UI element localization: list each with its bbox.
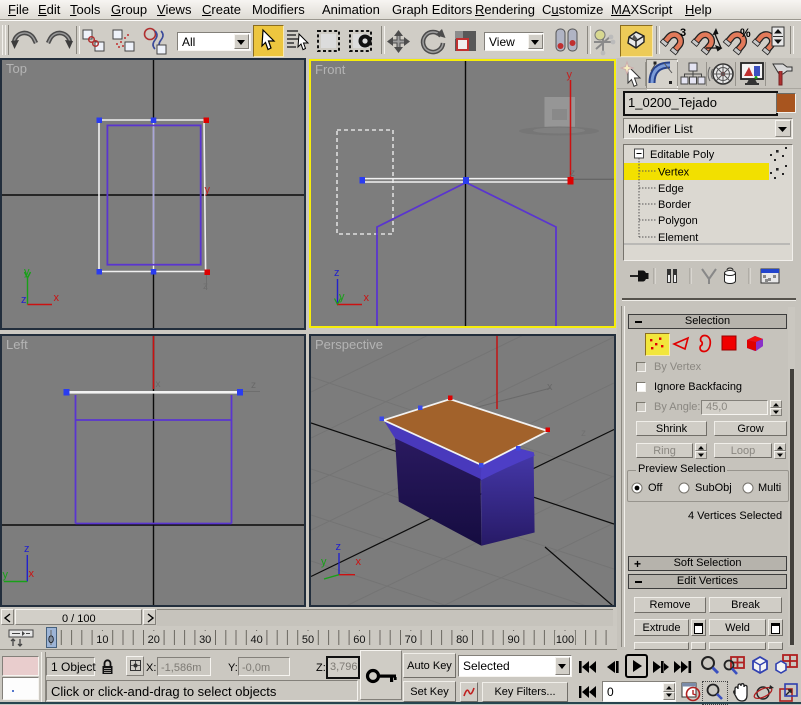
svg-text:x: x (29, 568, 35, 580)
svg-text:x: x (356, 556, 362, 568)
svg-text:y: y (567, 69, 573, 81)
svg-text:Editable Poly: Editable Poly (650, 149, 715, 161)
svg-text:50: 50 (302, 634, 314, 646)
svg-text:z: z (21, 294, 27, 306)
svg-text:z: z (336, 541, 342, 553)
svg-text:%: % (740, 26, 751, 40)
svg-text:z: z (581, 428, 586, 439)
svg-text:40: 40 (250, 634, 262, 646)
svg-text:y: y (3, 569, 9, 581)
svg-text:60: 60 (353, 634, 365, 646)
svg-text:Element: Element (658, 232, 698, 244)
svg-text:z: z (24, 543, 30, 555)
svg-text:Border: Border (658, 199, 691, 211)
svg-text:90: 90 (507, 634, 519, 646)
svg-text:70: 70 (405, 634, 417, 646)
svg-text:Edge: Edge (658, 183, 684, 195)
svg-text:20: 20 (148, 634, 160, 646)
svg-text:80: 80 (456, 634, 468, 646)
svg-text:x: x (156, 379, 161, 390)
svg-text:z: z (251, 380, 256, 391)
svg-text:3: 3 (680, 27, 686, 39)
svg-text:y: y (205, 184, 211, 196)
svg-text:x: x (547, 381, 553, 393)
svg-text:100: 100 (556, 634, 574, 646)
svg-text:x: x (54, 292, 60, 304)
svg-text:y: y (339, 291, 345, 303)
svg-text:Polygon: Polygon (658, 215, 698, 227)
svg-text:x: x (364, 292, 370, 304)
svg-text:10: 10 (96, 634, 108, 646)
svg-text:y: y (321, 556, 327, 568)
svg-text:30: 30 (199, 634, 211, 646)
svg-text:z: z (203, 281, 208, 292)
svg-text:z: z (334, 267, 340, 279)
svg-text:Vertex: Vertex (658, 167, 690, 179)
svg-text:0: 0 (48, 634, 54, 646)
